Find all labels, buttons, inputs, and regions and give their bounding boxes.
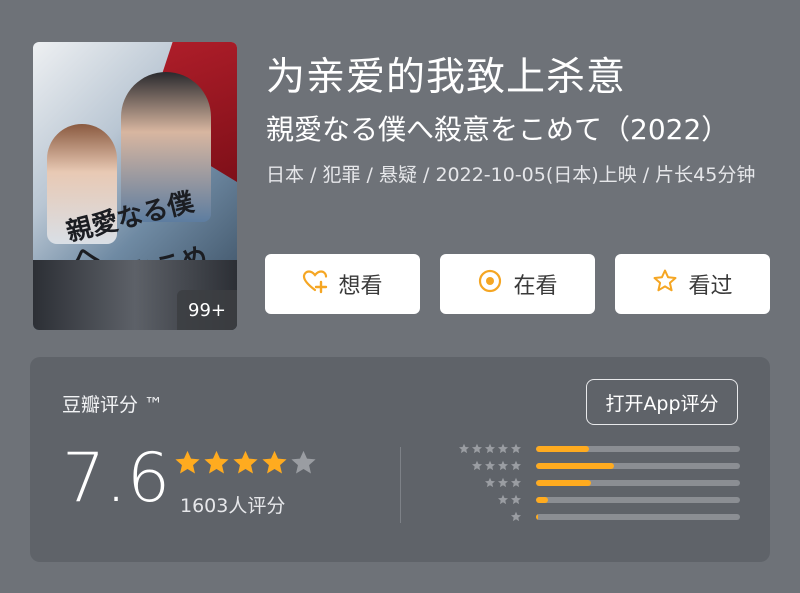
distribution-bar-fill: [536, 497, 549, 503]
star-small-icon: [497, 491, 509, 510]
heart-plus-icon: [302, 268, 328, 300]
poster-count-badge[interactable]: 99+: [177, 290, 237, 330]
star-small-icon: [484, 474, 496, 493]
dot-circle-icon: [477, 268, 503, 300]
star-filled-icon: [173, 449, 202, 482]
movie-title: 为亲爱的我致上杀意: [266, 55, 627, 100]
rating-distribution-row: [454, 458, 744, 475]
watched-button[interactable]: 看过: [615, 254, 770, 314]
distribution-stars: [471, 458, 522, 475]
rating-score: 7.6: [62, 439, 171, 518]
open-app-rate-button[interactable]: 打开App评分: [586, 379, 738, 425]
watched-label: 看过: [688, 274, 733, 299]
distribution-bar-fill: [536, 463, 614, 469]
rating-distribution-row: [454, 509, 744, 526]
distribution-bar-track: [536, 514, 740, 520]
rating-source-label: 豆瓣评分 ™: [62, 394, 164, 416]
distribution-bar-track: [536, 463, 740, 469]
rating-stars: [173, 449, 318, 482]
rating-distribution-row: [454, 492, 744, 509]
want-to-watch-button[interactable]: 想看: [265, 254, 420, 314]
star-small-icon: [458, 440, 470, 459]
rating-vote-count: 1603人评分: [180, 495, 286, 517]
star-small-icon: [510, 508, 522, 527]
distribution-bar-fill: [536, 446, 590, 452]
rating-distribution-row: [454, 475, 744, 492]
rating-distribution: [454, 441, 744, 526]
distribution-bar-fill: [536, 514, 539, 520]
rating-distribution-row: [454, 441, 744, 458]
watching-label: 在看: [513, 274, 558, 299]
star-filled-icon: [260, 449, 289, 482]
star-filled-icon: [202, 449, 231, 482]
distribution-stars: [497, 492, 522, 509]
distribution-stars: [458, 441, 522, 458]
star-filled-icon: [231, 449, 260, 482]
action-bar: 想看 在看 看过: [265, 254, 770, 314]
watching-button[interactable]: 在看: [440, 254, 595, 314]
distribution-stars: [510, 509, 522, 526]
distribution-bar-track: [536, 480, 740, 486]
movie-original-title: 親愛なる僕へ殺意をこめて（2022）: [266, 113, 730, 146]
star-empty-icon: [289, 449, 318, 482]
distribution-stars: [484, 475, 522, 492]
movie-meta: 日本 / 犯罪 / 悬疑 / 2022-10-05(日本)上映 / 片长45分钟: [266, 164, 756, 186]
distribution-bar-track: [536, 497, 740, 503]
distribution-bar-fill: [536, 480, 592, 486]
poster[interactable]: 親愛なる僕へ殺意をこめて 99+: [33, 42, 237, 330]
distribution-bar-track: [536, 446, 740, 452]
star-small-icon: [471, 457, 483, 476]
star-outline-icon: [652, 268, 678, 300]
rating-card: 豆瓣评分 ™ 打开App评分 7.6 1603人评分: [30, 357, 770, 562]
want-to-watch-label: 想看: [338, 274, 383, 299]
rating-divider: [400, 447, 401, 523]
